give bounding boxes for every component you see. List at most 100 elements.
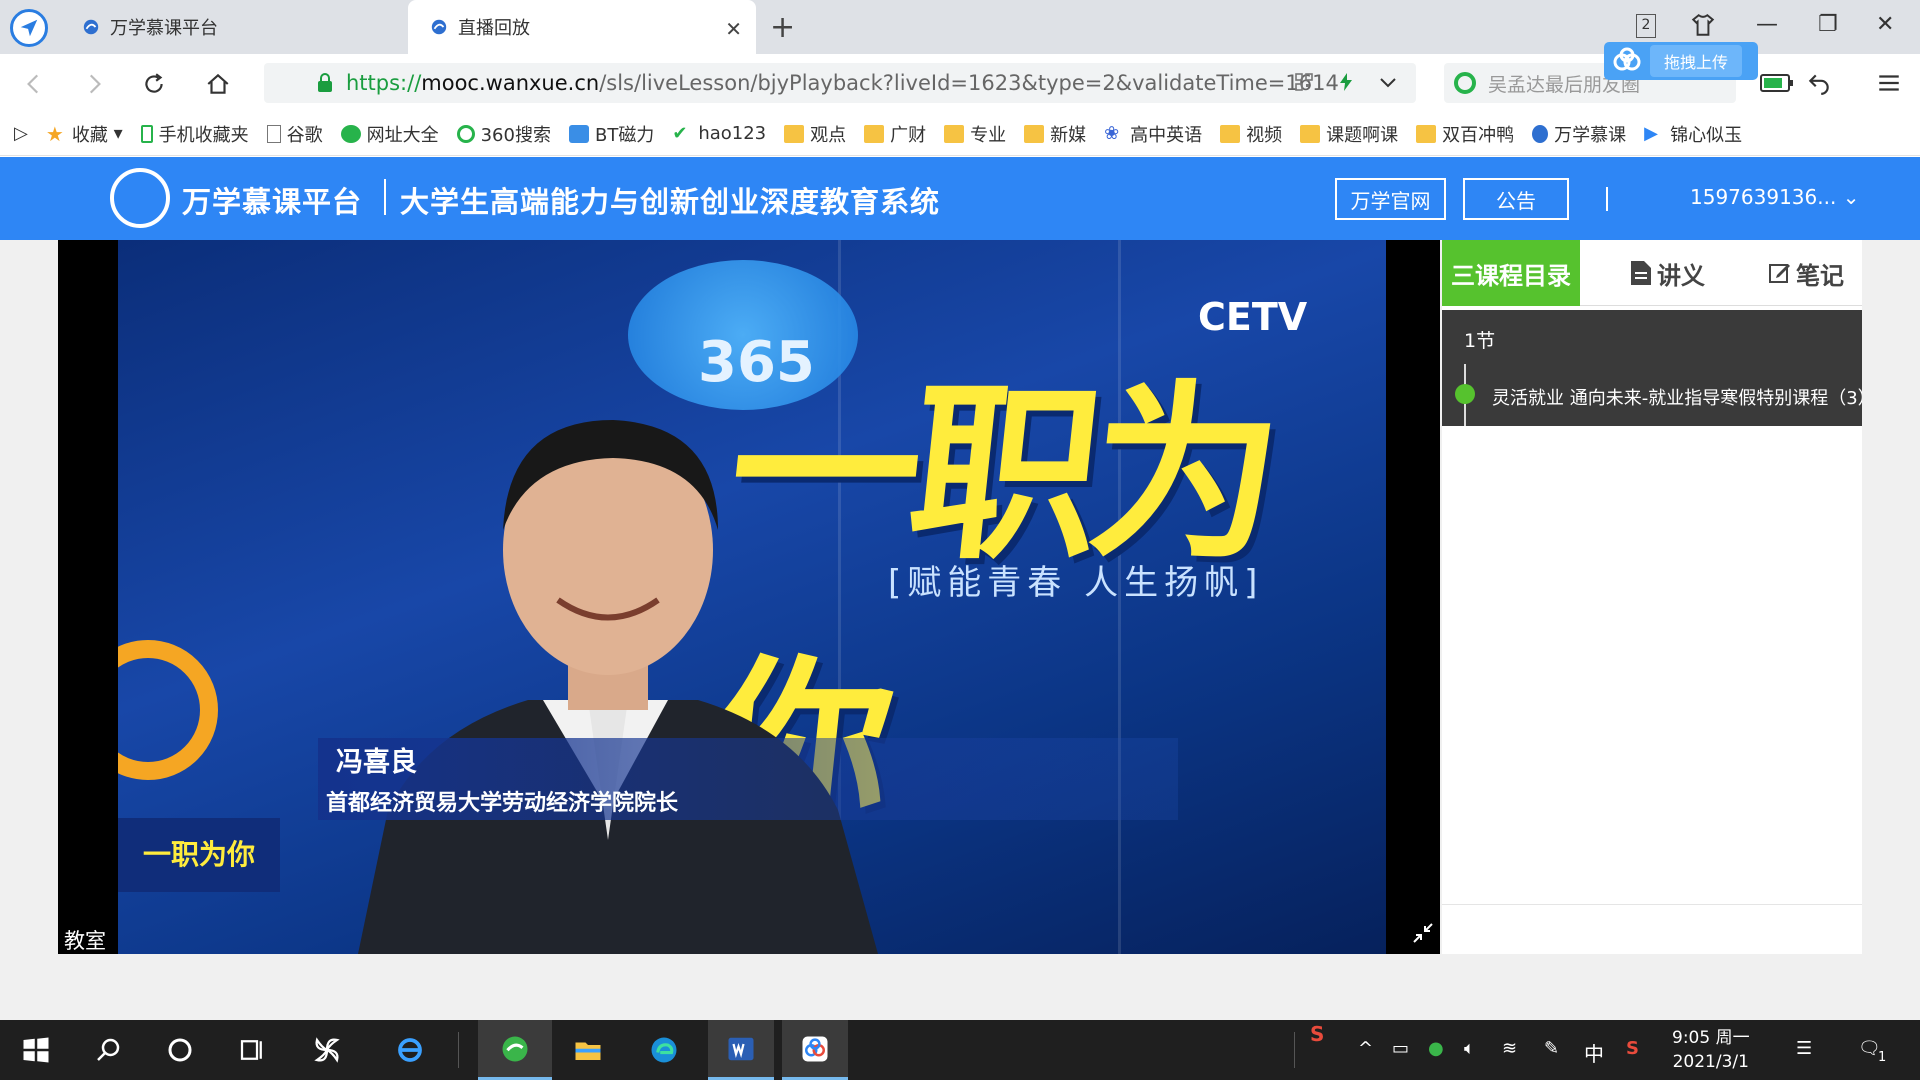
tray-app-icon[interactable]: ● [1428,1038,1444,1059]
bookmark-wanxue[interactable]: 万学慕课 [1532,121,1626,147]
battery-icon[interactable] [1760,72,1794,94]
baidu-upload-widget[interactable]: 拖拽上传 [1604,42,1758,80]
browser-logo-icon[interactable] [10,9,48,47]
system-clock[interactable]: 9:05 周一 2021/3/1 [1672,1026,1750,1074]
speaker-figure [358,420,878,954]
bookmark-folder[interactable]: 广财 [864,121,926,147]
arrow-right-icon [89,74,101,94]
video-player[interactable]: 365 CETV 一职为你 [赋能青春 人生扬帆] 冯喜良 首都经济贸易大学劳动… [58,240,1440,954]
bookmark-favorites[interactable]: ★ 收藏 ▾ [46,121,123,147]
tab-count-badge[interactable]: 2 [1636,14,1656,38]
close-window-icon[interactable]: ✕ [1876,12,1894,37]
folder-icon [1024,124,1045,143]
wifi-icon[interactable]: ≋ [1502,1038,1517,1059]
edge-icon [651,1037,677,1063]
exit-fullscreen-icon[interactable] [1412,922,1434,944]
wanxue-favicon-icon [83,19,99,35]
new-tab-icon[interactable]: + [770,10,795,45]
forward-button[interactable] [74,64,114,104]
browser-360-icon [502,1036,528,1061]
bookmark-360-search[interactable]: 360搜索 [456,121,551,147]
undo-icon[interactable] [1806,70,1832,96]
bookmark-mobile[interactable]: 手机收藏夹 [140,121,249,147]
bookmark-english[interactable]: ❀ 高中英语 [1104,121,1202,147]
video-frame[interactable]: 365 CETV 一职为你 [赋能青春 人生扬帆] 冯喜良 首都经济贸易大学劳动… [118,240,1386,954]
sidebar-toggle-icon[interactable]: ▷ [14,123,28,144]
folder-icon [575,1042,601,1060]
check-icon: ✔ [672,122,688,144]
official-site-button[interactable]: 万学官网 [1335,178,1446,220]
minimize-icon[interactable]: — [1756,12,1778,37]
taskbar-app-pinwheel[interactable] [300,1020,354,1080]
bookmark-folder[interactable]: 新媒 [1024,121,1086,147]
reload-button[interactable] [134,64,174,104]
phone-icon [140,124,153,143]
bookmark-folder[interactable]: 观点 [784,121,846,147]
qr-code-icon[interactable] [1294,71,1314,93]
address-bar[interactable]: https://mooc.wanxue.cn/sls/liveLesson/bj… [264,63,1416,103]
search-engine-icon[interactable] [1454,72,1476,94]
sogou-tray-icon[interactable]: S [1626,1038,1639,1059]
tab-handout[interactable]: 讲义 [1612,240,1722,306]
ime-mode-indicator[interactable]: 中 [1584,1038,1604,1067]
tray-expand-icon[interactable]: ^ [1358,1038,1373,1059]
lesson-item[interactable]: 灵活就业 通向未来-就业指导寒假特别课程（3） [1492,384,1862,410]
folder-icon [1300,124,1321,143]
bookmark-folder[interactable]: 课题啊课 [1300,121,1398,147]
lesson-list: 1节 灵活就业 通向未来-就业指导寒假特别课程（3） [1442,310,1862,426]
tab-live-playback[interactable]: 直播回放 ✕ [408,0,756,54]
lightning-icon[interactable] [1336,71,1356,93]
tab-close-icon[interactable]: ✕ [725,17,742,41]
tab-course-catalog[interactable]: 三课程目录 [1442,240,1580,306]
notification-count: 1 [1878,1050,1887,1065]
start-button[interactable] [12,1020,60,1080]
pen-icon[interactable]: ✎ [1544,1038,1559,1059]
folder-icon [1416,124,1437,143]
notice-button[interactable]: 公告 [1463,178,1569,220]
task-view-button[interactable] [228,1020,276,1080]
arrow-left-icon [27,74,39,94]
sogou-ime-icon[interactable]: S [1310,1022,1324,1046]
notes-icon[interactable]: ☰ [1796,1038,1812,1059]
chevron-down-icon[interactable] [1378,71,1398,93]
folder-icon [1220,124,1241,143]
search-icon [97,1038,120,1061]
site-logo-icon[interactable] [110,168,170,228]
taskbar-app-file-explorer[interactable] [556,1020,620,1080]
menu-icon[interactable] [1876,70,1902,96]
current-lesson-dot [1455,384,1475,404]
bookmark-bt[interactable]: BT磁力 [568,121,654,147]
bookmark-site-directory[interactable]: 网址大全 [340,121,439,147]
search-button[interactable] [84,1020,132,1080]
folder-icon [784,124,805,143]
windows-logo-icon [23,1037,49,1063]
user-account-menu[interactable]: 1597639136... ⌄ [1690,185,1859,209]
skin-shirt-icon[interactable] [1690,12,1716,38]
bookmark-hao123[interactable]: ✔ hao123 [672,123,766,144]
site-slogan: 大学生高端能力与创新创业深度教育系统 [400,185,941,219]
taskbar-app-word[interactable] [708,1020,774,1080]
tab-wanxue-platform[interactable]: 万学慕课平台 [60,0,406,54]
home-button[interactable] [198,64,238,104]
reload-icon [145,73,163,93]
tray-battery-icon[interactable]: ▭ [1392,1038,1409,1059]
cortana-button[interactable] [156,1020,204,1080]
speaker-title: 首都经济贸易大学劳动经济学院院长 [326,791,679,816]
taskbar-app-baidu-netdisk[interactable] [782,1020,848,1080]
bookmark-folder[interactable]: 视频 [1220,121,1282,147]
site-name[interactable]: 万学慕课平台 [182,179,362,221]
bookmark-folder[interactable]: 专业 [944,121,1006,147]
show-subtitle: [赋能青春 人生扬帆] [888,563,1264,603]
taskbar-app-ie[interactable] [378,1020,442,1080]
taskbar-app-360-browser[interactable] [478,1020,552,1080]
volume-icon[interactable]: 🔈︎ [1464,1038,1475,1059]
bookmark-google[interactable]: 谷歌 [266,121,323,147]
restore-icon[interactable]: ❐ [1818,12,1838,37]
tab-notes[interactable]: 笔记 [1750,240,1862,306]
edit-note-icon [1769,264,1790,283]
bookmark-folder[interactable]: 双百冲鸭 [1416,121,1514,147]
taskbar-app-edge[interactable] [632,1020,696,1080]
bookmark-video[interactable]: ▶ 锦心似玉 [1644,121,1742,147]
back-button[interactable] [14,64,54,104]
windows-taskbar: S ^ ▭ ● 🔈︎ ≋ ✎ 中 S 9:05 周一 2021/3/1 ☰ 🗨︎… [0,1020,1920,1080]
